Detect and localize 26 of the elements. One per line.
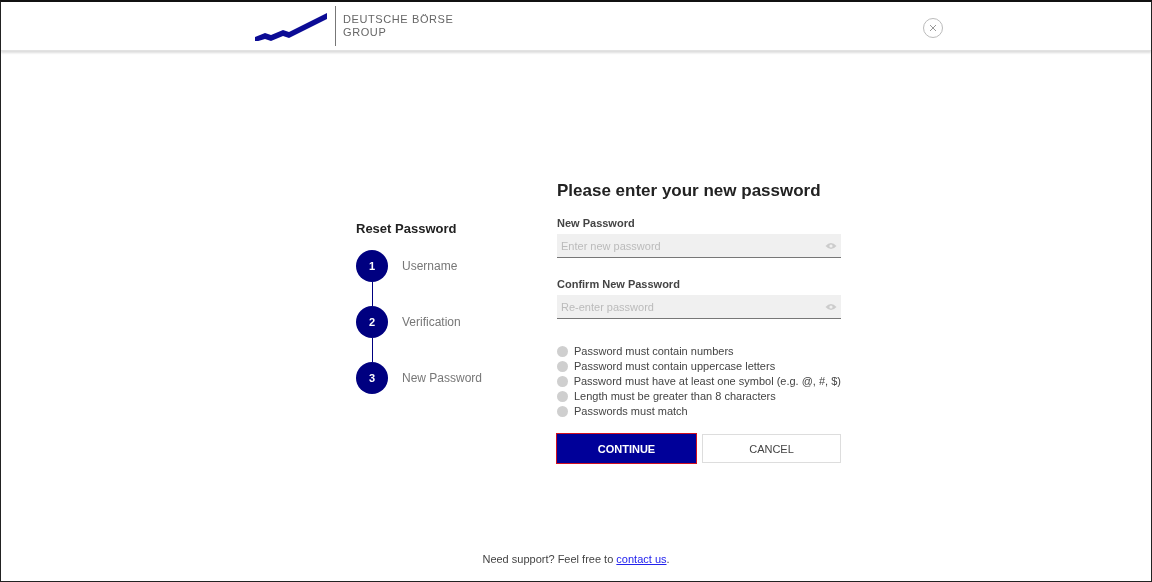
field-label: New Password bbox=[557, 217, 635, 229]
eye-icon[interactable] bbox=[825, 242, 837, 250]
steps-title: Reset Password bbox=[356, 221, 457, 236]
step-number: 1 bbox=[356, 250, 388, 282]
step-label: Verification bbox=[402, 315, 461, 329]
requirement-text: Password must contain numbers bbox=[574, 345, 734, 357]
cancel-button[interactable]: CANCEL bbox=[702, 434, 841, 463]
contact-link[interactable]: contact us bbox=[616, 553, 667, 565]
requirement-text: Passwords must match bbox=[574, 405, 688, 417]
field-label: Confirm New Password bbox=[557, 278, 680, 290]
eye-icon[interactable] bbox=[825, 303, 837, 311]
requirement-text: Password must have at least one symbol (e.g. @, #, $) bbox=[573, 375, 841, 387]
brand-name: GROUP bbox=[343, 26, 388, 39]
requirement-text: Password must contain uppercase letters bbox=[574, 360, 776, 372]
step-label: New Password bbox=[402, 371, 483, 385]
support-text: Need support? Feel free to contact us. bbox=[482, 553, 670, 565]
continue-button[interactable]: CONTINUE bbox=[557, 434, 696, 463]
brand-name: DEUTSCHE BÖRSE bbox=[343, 13, 454, 26]
close-button[interactable] bbox=[923, 18, 943, 38]
step-number: 2 bbox=[356, 306, 388, 338]
step-label: Username bbox=[402, 259, 458, 273]
logo-icon bbox=[253, 11, 329, 41]
step-number: 3 bbox=[356, 362, 388, 394]
form-heading: Please enter your new password bbox=[557, 181, 822, 201]
close-icon bbox=[929, 24, 937, 32]
requirement-text: Length must be greater than 8 characters bbox=[574, 390, 776, 402]
